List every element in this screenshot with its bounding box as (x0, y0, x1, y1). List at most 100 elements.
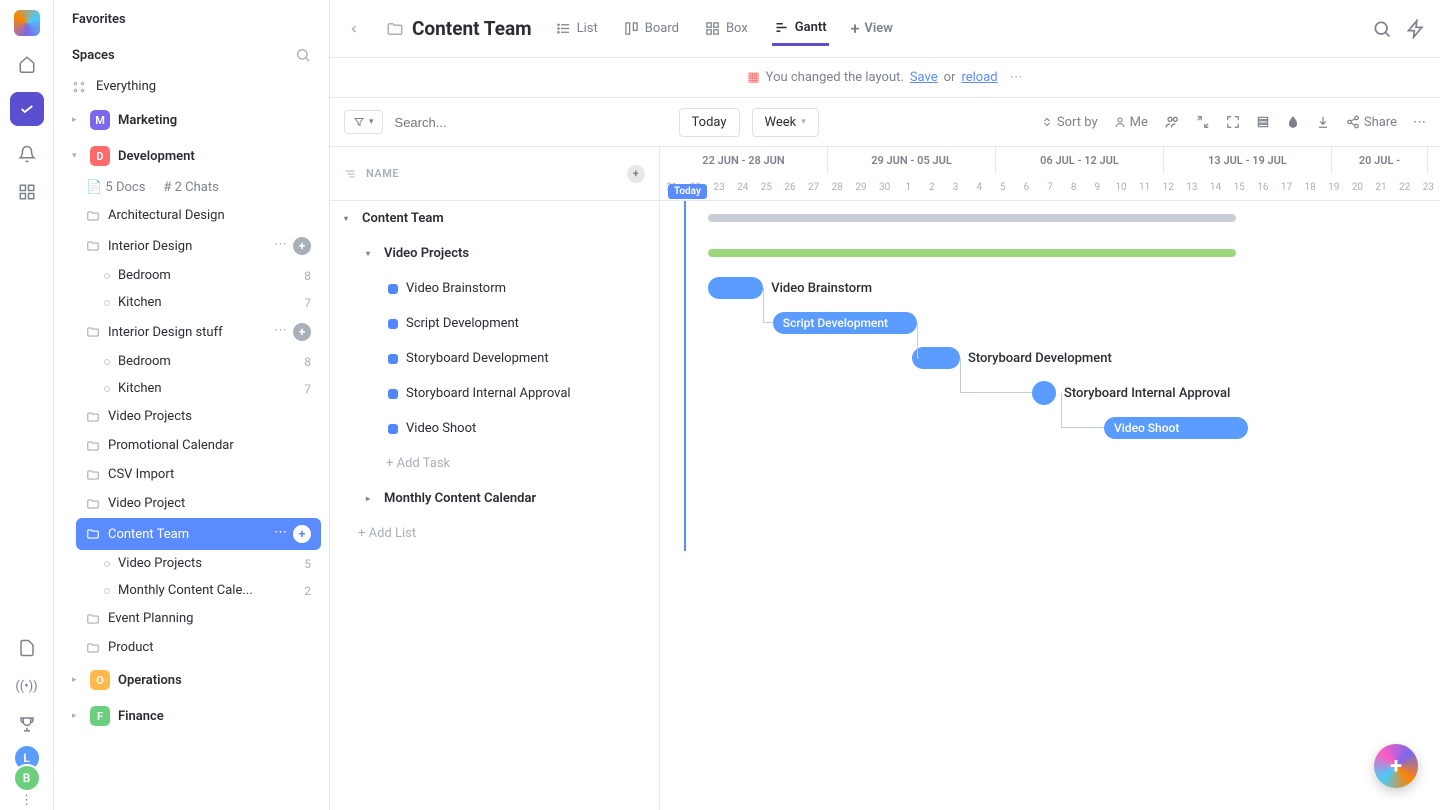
day-header: 12 (1156, 174, 1180, 201)
folder-item[interactable]: Event Planning (76, 604, 321, 633)
add-view-button[interactable]: +View (851, 19, 893, 38)
more-icon[interactable]: ⋯ (1413, 115, 1426, 130)
gantt-bar[interactable]: Storyboard Internal Approval (1032, 381, 1056, 405)
trophy-icon[interactable] (17, 714, 37, 734)
space-marketing[interactable]: ▸MMarketing (62, 102, 321, 138)
filter-button[interactable]: ▾ (344, 110, 383, 134)
folder-item[interactable]: Content Team⋯+ (76, 518, 321, 550)
folder-item[interactable]: Promotional Calendar (76, 431, 321, 460)
gantt-task-row[interactable]: Storyboard Development (330, 341, 659, 376)
avatar[interactable]: B (13, 764, 41, 792)
title-text: Content Team (412, 17, 532, 40)
list-item[interactable]: Bedroom8 (94, 262, 321, 289)
gantt-group-row[interactable]: ▸Monthly Content Calendar (330, 481, 659, 516)
collapse-icon[interactable] (1196, 115, 1210, 129)
search-input[interactable] (395, 115, 575, 130)
more-vert-icon[interactable]: ⋮ (17, 790, 37, 810)
sort-button[interactable]: Sort by (1041, 115, 1098, 130)
folder-item[interactable]: Architectural Design (76, 201, 321, 230)
search-icon[interactable] (295, 47, 311, 63)
gantt-task-row[interactable]: Script Development (330, 306, 659, 341)
space-finance[interactable]: ▸FFinance (62, 698, 321, 734)
list-item[interactable]: Kitchen7 (94, 375, 321, 402)
gantt-task-row[interactable]: Storyboard Internal Approval (330, 376, 659, 411)
gantt-group-row[interactable]: ▾Video Projects (330, 236, 659, 271)
today-button[interactable]: Today (679, 108, 740, 137)
gantt-bar[interactable]: Script Development (773, 312, 917, 334)
me-filter[interactable]: Me (1114, 115, 1148, 130)
space-operations[interactable]: ▸OOperations (62, 662, 321, 698)
more-icon[interactable]: ⋯ (274, 237, 287, 255)
people-icon[interactable] (1164, 114, 1180, 130)
color-icon[interactable] (1286, 115, 1300, 129)
back-button[interactable] (344, 19, 364, 39)
folder-item[interactable]: Video Projects (76, 402, 321, 431)
folder-item[interactable]: Interior Design stuff⋯+ (76, 316, 321, 348)
tab-box[interactable]: Box (703, 13, 750, 44)
gantt-task-row[interactable]: Video Brainstorm (330, 271, 659, 306)
folder-item[interactable]: Video Project (76, 489, 321, 518)
add-icon[interactable]: + (293, 237, 311, 255)
list-item[interactable]: Video Projects5 (94, 550, 321, 577)
spaces-label: Spaces (72, 48, 115, 63)
gantt-bar[interactable]: Video Brainstorm (708, 277, 763, 299)
download-icon[interactable] (1316, 115, 1330, 129)
day-header: 27 (802, 174, 826, 201)
spaces-header[interactable]: Spaces (54, 35, 329, 71)
record-icon[interactable]: ((•)) (17, 676, 37, 696)
space-development[interactable]: ▾DDevelopment (62, 138, 321, 174)
week-select[interactable]: Week▾ (752, 108, 819, 137)
tab-board[interactable]: Board (622, 13, 681, 44)
add-column-icon[interactable]: + (627, 165, 645, 183)
tab-gantt[interactable]: Gantt (772, 12, 829, 46)
folder-icon (386, 20, 404, 38)
everything-label: Everything (96, 79, 156, 94)
favorites-header[interactable]: Favorites (54, 0, 329, 35)
doc-icon[interactable] (17, 638, 37, 658)
gantt-bar[interactable] (708, 214, 1236, 222)
home-icon[interactable] (17, 54, 37, 74)
everything-item[interactable]: Everything (54, 71, 329, 102)
gantt-group-row[interactable]: ▾Content Team (330, 201, 659, 236)
gantt-bar[interactable]: Video Shoot (1104, 417, 1248, 439)
add-icon[interactable]: + (293, 525, 311, 543)
day-header: 16 (1251, 174, 1275, 201)
day-header: 24 (731, 174, 755, 201)
task-icon[interactable] (10, 92, 44, 126)
reload-link[interactable]: reload (961, 70, 997, 85)
create-fab[interactable]: + (1374, 744, 1418, 788)
bolt-icon[interactable] (1406, 19, 1426, 39)
add-task-button[interactable]: + Add Task (330, 446, 659, 481)
day-header: 4 (967, 174, 991, 201)
more-icon[interactable]: ⋯ (1010, 70, 1023, 85)
list-item[interactable]: Kitchen7 (94, 289, 321, 316)
bell-icon[interactable] (17, 144, 37, 164)
add-list-button[interactable]: + Add List (330, 516, 659, 551)
day-header: 26 (778, 174, 802, 201)
stack-icon[interactable] (1256, 115, 1270, 129)
gantt-task-row[interactable]: Video Shoot (330, 411, 659, 446)
day-header: 21 (1369, 174, 1393, 201)
apps-icon[interactable] (17, 182, 37, 202)
expand-icon[interactable] (1226, 115, 1240, 129)
folder-item[interactable]: Interior Design⋯+ (76, 230, 321, 262)
day-header: 20 (1346, 174, 1370, 201)
gantt-bar[interactable]: Storyboard Development (912, 347, 960, 369)
logo[interactable] (14, 10, 40, 36)
folder-item[interactable]: CSV Import (76, 460, 321, 489)
day-header: 10 (1109, 174, 1133, 201)
add-icon[interactable]: + (293, 323, 311, 341)
gantt-task-panel: NAME + ▾Content Team▾Video ProjectsVideo… (330, 147, 660, 810)
save-link[interactable]: Save (910, 70, 938, 85)
list-item[interactable]: Bedroom8 (94, 348, 321, 375)
week-header: 22 JUN - 28 JUN (660, 147, 828, 174)
more-icon[interactable]: ⋯ (274, 323, 287, 341)
search-icon[interactable] (1372, 19, 1392, 39)
more-icon[interactable]: ⋯ (274, 525, 287, 543)
folder-item[interactable]: Product (76, 633, 321, 662)
gantt-timeline[interactable]: 22 JUN - 28 JUN29 JUN - 05 JUL06 JUL - 1… (660, 147, 1440, 810)
gantt-bar[interactable] (708, 249, 1236, 257)
share-button[interactable]: Share (1346, 115, 1397, 130)
tab-list[interactable]: List (554, 13, 600, 44)
list-item[interactable]: Monthly Content Cale...2 (94, 577, 321, 604)
